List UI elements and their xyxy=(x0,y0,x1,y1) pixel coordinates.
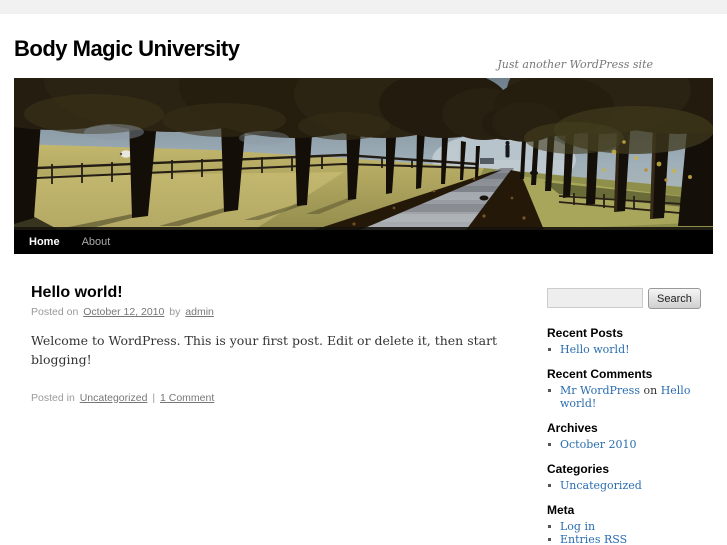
comment-connector: on xyxy=(643,384,657,397)
recent-post-link[interactable]: Hello world! xyxy=(560,343,630,356)
nav-item-about[interactable]: About xyxy=(82,236,111,248)
widget-categories: Categories Uncategorized xyxy=(547,463,713,492)
site-title-link[interactable]: Body Magic University xyxy=(14,36,239,61)
post-title-link[interactable]: Hello world! xyxy=(31,284,123,301)
post-body: Welcome to WordPress. This is your first… xyxy=(31,332,517,370)
widget-title: Meta xyxy=(547,504,713,517)
comments-link[interactable]: 1 Comment xyxy=(160,392,214,404)
post-meta: Posted on October 12, 2010 by admin xyxy=(31,306,517,318)
rss-abbr: RSS xyxy=(604,533,627,545)
post-date-link[interactable]: October 12, 2010 xyxy=(83,306,164,318)
widget-archives: Archives October 2010 xyxy=(547,422,713,451)
search-input[interactable] xyxy=(547,288,643,308)
category-sidebar-link[interactable]: Uncategorized xyxy=(560,479,642,492)
widget-title: Recent Posts xyxy=(547,327,713,340)
list-item: October 2010 xyxy=(547,438,713,451)
entries-rss-link[interactable]: Entries RSS xyxy=(560,533,627,545)
list-item: Log in xyxy=(547,520,713,533)
by-label: by xyxy=(169,306,180,318)
content-column: Hello world! Posted on October 12, 2010 … xyxy=(31,284,547,545)
meta-separator: | xyxy=(152,392,155,404)
site-title: Body Magic University xyxy=(14,14,713,62)
search-form: Search xyxy=(547,288,713,309)
sidebar: Search Recent Posts Hello world! Recent … xyxy=(547,284,713,545)
comment-author-link[interactable]: Mr WordPress xyxy=(560,384,640,397)
list-item: Hello world! xyxy=(547,343,713,356)
posted-on-label: Posted on xyxy=(31,306,78,318)
list-item: Entries RSS xyxy=(547,533,713,545)
widget-recent-posts: Recent Posts Hello world! xyxy=(547,327,713,356)
page-wrapper: Body Magic University Just another WordP… xyxy=(0,14,727,545)
widget-title: Recent Comments xyxy=(547,368,713,381)
header-image xyxy=(14,78,713,230)
search-button[interactable]: Search xyxy=(648,288,701,309)
list-item: Mr WordPress on Hello world! xyxy=(547,384,713,410)
post-title: Hello world! xyxy=(31,284,517,302)
list-item: Uncategorized xyxy=(547,479,713,492)
post-footer-meta: Posted in Uncategorized | 1 Comment xyxy=(31,392,517,404)
main-navigation: Home About xyxy=(14,230,713,254)
posted-in-label: Posted in xyxy=(31,392,75,404)
site-header: Body Magic University Just another WordP… xyxy=(14,14,713,78)
archive-link[interactable]: October 2010 xyxy=(560,438,637,451)
category-link[interactable]: Uncategorized xyxy=(80,392,148,404)
post-author-link[interactable]: admin xyxy=(185,306,214,318)
login-link[interactable]: Log in xyxy=(560,520,595,533)
widget-title: Categories xyxy=(547,463,713,476)
site-tagline: Just another WordPress site xyxy=(497,58,653,71)
nav-item-home[interactable]: Home xyxy=(29,236,60,248)
widget-recent-comments: Recent Comments Mr WordPress on Hello wo… xyxy=(547,368,713,410)
widget-meta: Meta Log in Entries RSS Comments RSS Wor… xyxy=(547,504,713,545)
widget-title: Archives xyxy=(547,422,713,435)
